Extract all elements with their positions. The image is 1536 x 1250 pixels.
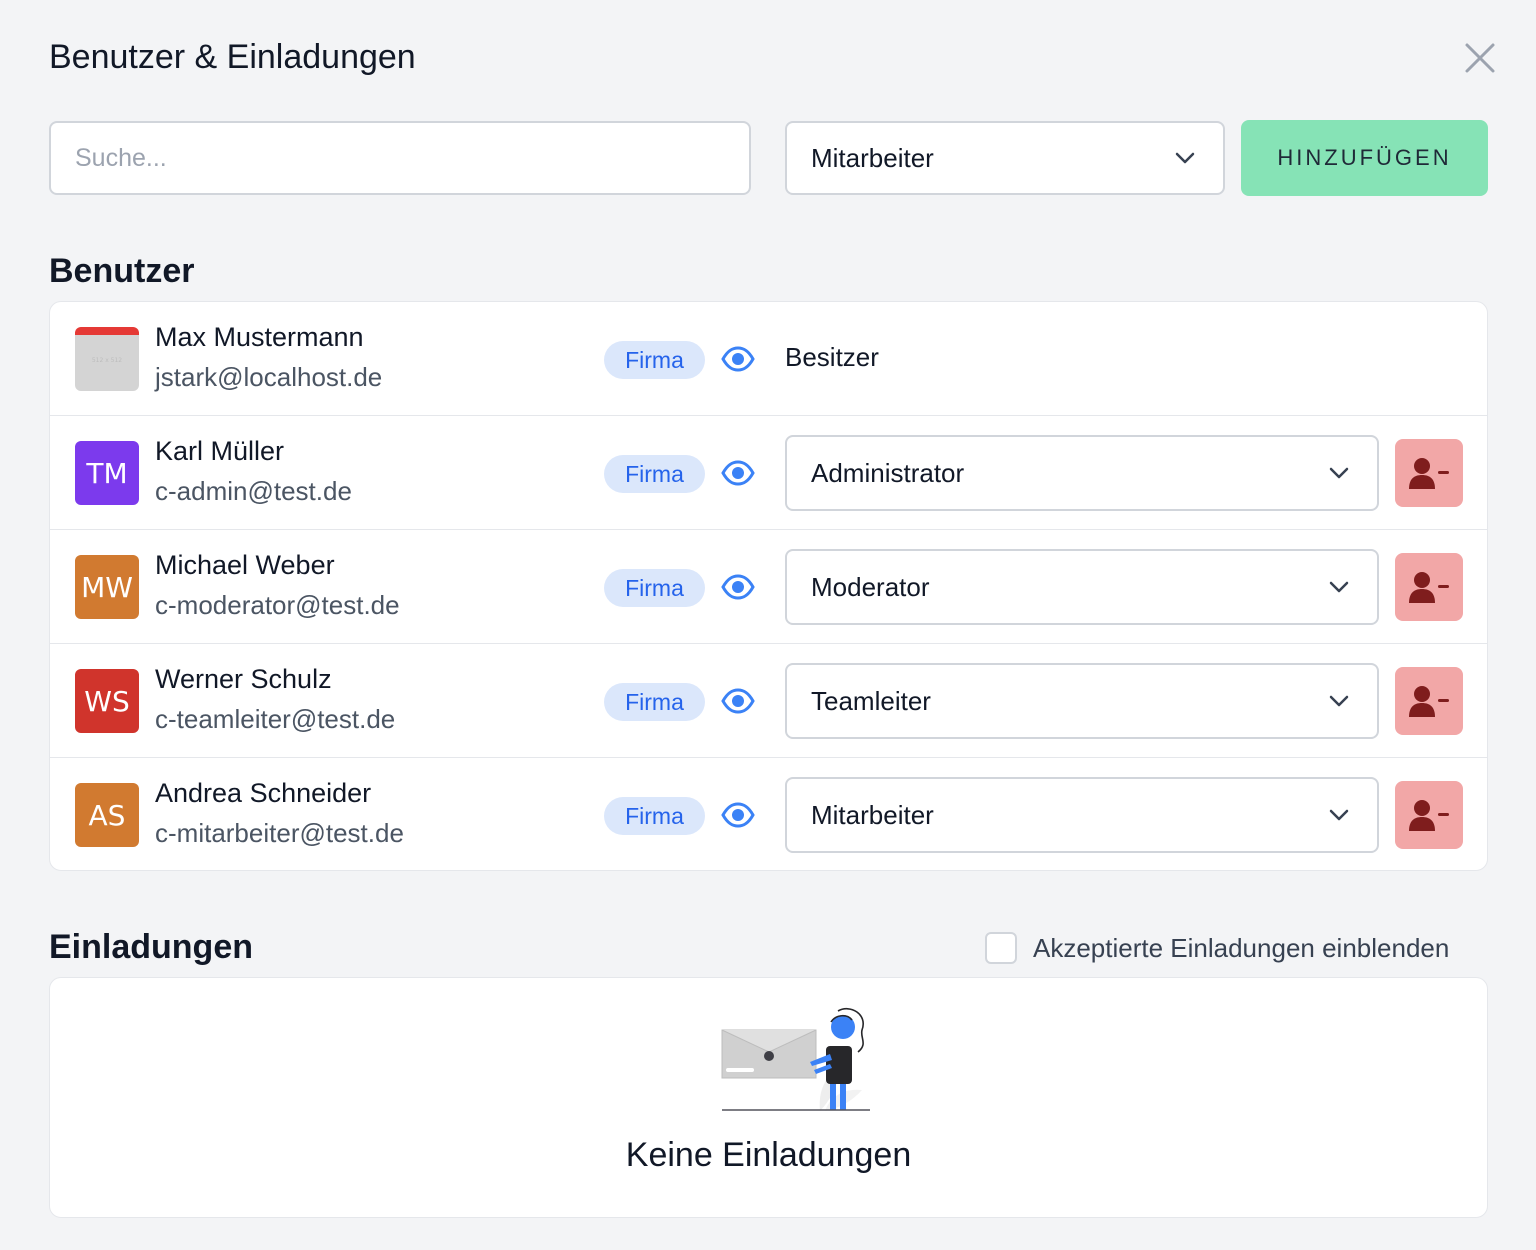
close-icon [1465,43,1495,73]
user-email: c-admin@test.de [155,476,352,506]
user-email: jstark@localhost.de [155,362,383,392]
user-email: c-moderator@test.de [155,590,400,620]
company-badge: Firma [604,797,705,835]
role-select-value: Mitarbeiter [811,142,934,173]
dialog-title: Benutzer & Einladungen [49,38,416,76]
remove-user-button[interactable] [1395,553,1463,621]
users-list: 512 x 512 Max Mustermann jstark@localhos… [49,301,1488,871]
show-accepted-toggle[interactable]: Akzeptierte Einladungen einblenden [985,932,1449,964]
user-name: Max Mustermann [155,322,364,352]
user-minus-icon [1409,458,1449,489]
role-select-value: Administrator [811,457,965,488]
user-name: Andrea Schneider [155,778,372,808]
eye-icon[interactable] [721,344,755,374]
avatar: TM [75,441,139,505]
user-row: 512 x 512 Max Mustermann jstark@localhos… [50,302,1487,416]
role-select[interactable]: Administrator [785,435,1379,511]
role-select-value: Moderator [811,571,930,602]
invitations-panel: Keine Einladungen [49,977,1488,1218]
role-select[interactable]: Mitarbeiter [785,121,1225,195]
role-select[interactable]: Moderator [785,549,1379,625]
avatar: MW [75,555,139,619]
role-label: Besitzer [785,342,879,372]
users-invitations-dialog: Benutzer & Einladungen Mitarbeiter HINZU… [0,0,1536,1250]
add-button[interactable]: HINZUFÜGEN [1241,120,1488,196]
users-heading: Benutzer [49,252,195,290]
company-badge: Firma [604,455,705,493]
company-badge: Firma [604,683,705,721]
user-email: c-teamleiter@test.de [155,704,396,734]
user-minus-icon [1409,800,1449,831]
user-name: Karl Müller [155,436,285,466]
eye-icon[interactable] [721,458,755,488]
chevron-down-icon [1329,809,1349,821]
remove-user-button[interactable] [1395,781,1463,849]
avatar: 512 x 512 [75,327,139,391]
avatar: AS [75,783,139,847]
user-name: Werner Schulz [155,664,332,694]
search-input[interactable] [49,121,751,195]
avatar-placeholder-text: 512 x 512 [91,356,123,364]
invitations-heading: Einladungen [49,928,253,966]
role-select[interactable]: Teamleiter [785,663,1379,739]
user-row: WS Werner Schulz c-teamleiter@test.de Fi… [50,644,1487,758]
role-select[interactable]: Mitarbeiter [785,777,1379,853]
user-minus-icon [1409,686,1449,717]
company-badge: Firma [604,569,705,607]
user-email: c-mitarbeiter@test.de [155,818,404,848]
eye-icon[interactable] [721,800,755,830]
user-name: Michael Weber [155,550,335,580]
remove-user-button[interactable] [1395,439,1463,507]
show-accepted-label: Akzeptierte Einladungen einblenden [1033,932,1450,963]
user-minus-icon [1409,572,1449,603]
remove-user-button[interactable] [1395,667,1463,735]
role-select-value: Teamleiter [811,685,931,716]
empty-invitations-text: Keine Einladungen [625,1136,912,1174]
company-badge: Firma [604,341,705,379]
eye-icon[interactable] [721,572,755,602]
role-select-value: Mitarbeiter [811,799,934,830]
empty-invitations-illustration [721,1007,870,1111]
chevron-down-icon [1175,152,1195,164]
eye-icon[interactable] [721,686,755,716]
user-row: MW Michael Weber c-moderator@test.de Fir… [50,530,1487,644]
user-row: TM Karl Müller c-admin@test.de Firma Adm… [50,416,1487,530]
user-row: AS Andrea Schneider c-mitarbeiter@test.d… [50,758,1487,870]
close-button[interactable] [1458,36,1502,80]
avatar: WS [75,669,139,733]
chevron-down-icon [1329,581,1349,593]
show-accepted-checkbox[interactable] [985,932,1017,964]
chevron-down-icon [1329,467,1349,479]
chevron-down-icon [1329,695,1349,707]
